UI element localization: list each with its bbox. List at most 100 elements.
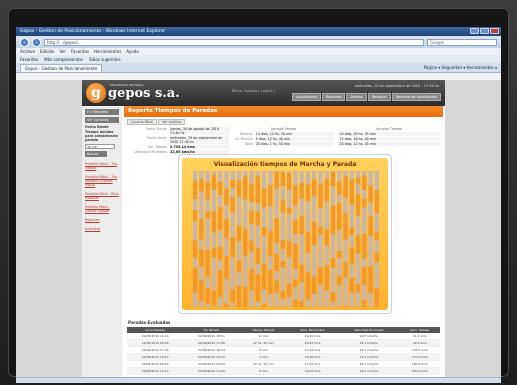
sidebar-label-fecha: Fecha Desde	[85, 125, 109, 129]
forward-button[interactable]	[32, 37, 41, 47]
chart-plot	[192, 171, 380, 307]
table-cell: 34,1 kms/hs	[338, 339, 400, 347]
sidebar-link-5[interactable]: Reportes	[85, 218, 119, 222]
chart-bar-run	[293, 185, 298, 206]
nav-personal[interactable]: Personal	[367, 93, 391, 101]
chart-bar-run	[280, 240, 286, 250]
chart-bar-run	[211, 247, 217, 258]
chart-bar-run	[243, 176, 248, 200]
table-cell: 200,0 kms	[399, 367, 440, 375]
browser-tab[interactable]: Gepos - Gestion de Posicionamiento	[20, 63, 103, 72]
table-body: 22/08/2010 15:10 22/08/2010 18:51 11 min 16…	[127, 333, 440, 383]
search-button[interactable]: Buscar	[85, 151, 107, 157]
chart-bar-stop	[280, 171, 286, 307]
table-cell: 4 min	[239, 353, 288, 361]
chart-bar-run	[368, 216, 373, 237]
table-cell: 21,05 kms	[287, 360, 339, 368]
menu-item-edit[interactable]: Edición	[40, 49, 54, 54]
chart-bar-run	[249, 183, 254, 203]
summary-mid: Jornada Parada Máximo 14 días, 12 hs, 50 …	[233, 127, 335, 155]
chart-bar-run	[236, 260, 242, 273]
chart-bar-run	[312, 221, 317, 246]
summary-label: En Marcha	[235, 137, 253, 141]
sidebar-link-2[interactable]: Pantalla Móvil - Tiro Variable (Tramos M…	[85, 175, 119, 187]
maximize-button[interactable]	[480, 28, 489, 34]
chart-bar-run	[337, 181, 342, 195]
menu-item-tools[interactable]: Herramientas	[94, 49, 121, 54]
nav-ventana[interactable]: Ventana de localización	[391, 93, 441, 101]
chart-bar-stop	[330, 171, 336, 307]
min-time-select[interactable]: 30 min	[85, 144, 115, 149]
sidebar-label-tiempo: Tiempo mínimo para considerarla parada	[85, 130, 118, 142]
table-title: Paradas Evaluadas	[128, 320, 171, 325]
command-bar[interactable]: Página ▾ Seguridad ▾ Herramientas ▾	[424, 65, 497, 70]
close-button[interactable]	[490, 28, 499, 34]
chart-title: Visualización tiempos de Marcha y Parada	[213, 161, 357, 168]
chart-bar-run	[318, 183, 323, 208]
nav-reportes[interactable]: Reportes	[321, 93, 346, 101]
table-row[interactable]: 22/08/2010 16:40 22/08/2010 17:06 22 hs, 3…	[127, 339, 440, 347]
stops-table: Inicio Parada Fin Parada Tiempo Parado K…	[127, 327, 440, 383]
nav-alertas[interactable]: Alertas	[346, 93, 367, 101]
nav-localizacion[interactable]: Localización	[291, 93, 321, 101]
sidebar-button-reportes[interactable]: Ir a Reportes	[85, 109, 119, 115]
chart-bar-run	[243, 287, 248, 307]
summary-value: 5 días, 12 hs, 40 min	[254, 137, 335, 141]
chart-bar-run	[293, 279, 298, 287]
chart-bar-run	[261, 188, 267, 208]
table-row[interactable]: 22/08/2010 18:10 22/08/2010 19:00 4 min 18,…	[127, 353, 440, 361]
chart-bar-run	[374, 288, 380, 307]
sidebar-link-3[interactable]: Pantalla Móvil - Ruta Habitual	[85, 192, 119, 200]
chart-bar-run	[293, 220, 298, 235]
table-cell: 48,42 kms	[287, 339, 339, 347]
chart-bar-run	[362, 198, 367, 208]
sidebar-button-opciones[interactable]: Ver Opciones	[85, 117, 119, 123]
more-addons-link[interactable]: Más complementos	[44, 57, 83, 62]
chart-bar-run	[330, 205, 336, 234]
menu-item-favorites[interactable]: Favoritos	[71, 49, 89, 54]
chart-bar-run	[349, 278, 354, 293]
address-input[interactable]: http://.../gepos/...	[44, 38, 424, 46]
chart-bar-run	[280, 199, 286, 213]
search-input[interactable]: Google	[427, 38, 497, 46]
chart-bar-run	[236, 286, 242, 307]
summary-label: Velocidad Promedio	[134, 150, 167, 154]
chart-bar-run	[293, 299, 298, 307]
welcome-text: Bienv. Usuario ( Logout )	[232, 89, 276, 93]
menu-item-view[interactable]: Ver	[59, 49, 66, 54]
suggested-sites-link[interactable]: Sitios sugeridos	[89, 57, 121, 62]
chart-bar-run	[236, 180, 242, 197]
table-row[interactable]: 23/08/2010 10:10 23/08/2010 11:00 6 min 16,…	[127, 367, 440, 375]
chart-bar-run	[205, 288, 210, 305]
chart-bar-run	[199, 280, 204, 302]
tab-ver-analisis[interactable]: Ver Análisis	[158, 119, 186, 125]
site-header: g SEGURIDAD INTEGRAL gepos s.a. Bienv. U…	[82, 80, 445, 106]
table-cell: 23/08/2010 08:20	[127, 360, 184, 368]
summary-value: 14 días, 12 hs, 50 min	[254, 132, 335, 136]
chart-bar-run	[218, 207, 223, 231]
chart-bar-run	[374, 231, 380, 240]
chart-bar-run	[324, 178, 329, 202]
sidebar-link-4[interactable]: Pantalla Móvil - Celular Estado	[85, 205, 119, 213]
chart-bar-run	[280, 261, 286, 268]
chart-bar-run	[192, 240, 198, 258]
chart-bar-run	[343, 175, 348, 198]
favorites-button[interactable]: Favoritos	[20, 57, 38, 62]
sidebar-link-1[interactable]: Pantalla Móvil - Tiro Simple	[85, 162, 119, 170]
table-row[interactable]: 23/08/2010 08:20 23/08/2010 09:00 22 hs, 4…	[127, 360, 440, 368]
menu-item-file[interactable]: Archivo	[20, 49, 35, 54]
table-row[interactable]: 22/08/2010 17:00 22/08/2010 18:34 8 min 21,…	[127, 346, 440, 354]
back-button[interactable]	[20, 37, 29, 47]
chart-bar-run	[243, 228, 248, 257]
minimize-button[interactable]	[470, 28, 479, 34]
chart-bar-run	[192, 180, 198, 200]
summary-mid-header: Jornada Parada	[271, 127, 296, 131]
summary-label: Total	[244, 142, 253, 146]
tab-usuario-movil[interactable]: Usuario Móvil	[127, 119, 158, 125]
chart-bar-run	[355, 235, 361, 254]
menu-item-help[interactable]: Ayuda	[126, 49, 138, 54]
sidebar-link-6[interactable]: Actividad	[85, 227, 119, 231]
chart-bar-run	[274, 280, 279, 293]
table-cell: 22/08/2010 17:00	[127, 346, 184, 354]
chart-bar-run	[299, 300, 304, 307]
